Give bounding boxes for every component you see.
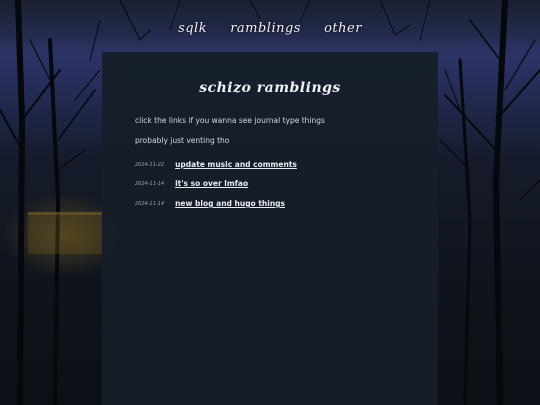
post-link[interactable]: it's so over lmfao (175, 179, 248, 188)
post-date: 2024-11-14 (135, 200, 165, 207)
post-link[interactable]: update music and comments (175, 160, 297, 169)
post-link[interactable]: new blog and hugo things (175, 199, 285, 208)
intro-subtext: probably just venting tho (135, 136, 230, 145)
post-date: 2024-11-22 (135, 161, 165, 168)
post-list-item: 2024-11-14 new blog and hugo things (135, 193, 285, 212)
top-nav: sqlk ramblings other (0, 17, 540, 36)
post-list-item: 2024-11-22 update music and comments (135, 154, 297, 173)
page-title: schizo ramblings (199, 80, 341, 96)
intro-text: click the links if you wanna see journal… (135, 116, 325, 125)
nav-link-ramblings[interactable]: ramblings (230, 21, 301, 36)
post-list-item: 2024-11-14 it's so over lmfao (135, 173, 248, 192)
post-date: 2024-11-14 (135, 180, 165, 187)
nav-link-other[interactable]: other (324, 21, 362, 36)
content-panel: schizo ramblings click the links if you … (102, 52, 438, 405)
nav-link-sqlk[interactable]: sqlk (178, 21, 207, 36)
